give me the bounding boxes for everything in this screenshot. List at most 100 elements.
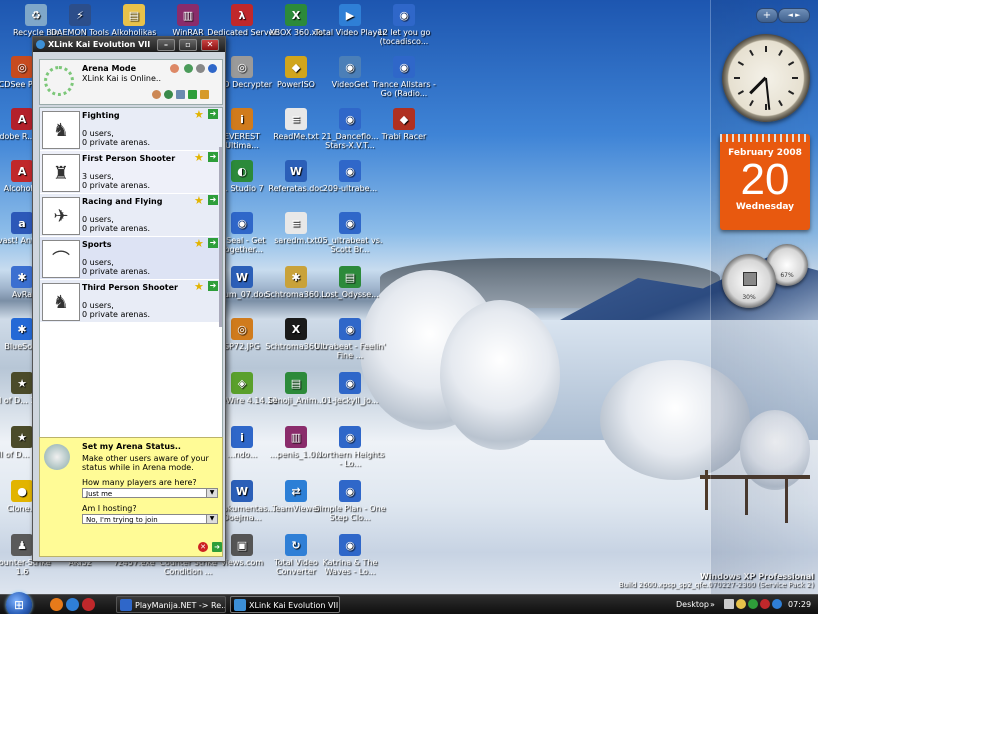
arena-list-scrollbar[interactable] xyxy=(219,147,222,327)
calendar-gadget[interactable]: February 2008 20 Wednesday xyxy=(720,134,810,230)
window-icon xyxy=(120,599,132,611)
cpu-gauge-icon xyxy=(743,272,757,286)
arena-name: Third Person Shooter xyxy=(82,283,178,292)
online-status: XLink Kai is Online.. xyxy=(82,74,162,83)
desktop-icon-label: Northern Heights - Lo... xyxy=(315,450,385,468)
file-icon: ◎ xyxy=(231,56,253,78)
chat-icon[interactable] xyxy=(164,90,173,99)
contacts-icon[interactable] xyxy=(152,90,161,99)
taskbar-clock[interactable]: 07:29 xyxy=(788,595,811,614)
file-icon: ◉ xyxy=(339,426,361,448)
favorite-star-icon[interactable]: ★ xyxy=(194,195,204,206)
cancel-status-icon[interactable]: ✕ xyxy=(198,542,208,552)
desktop-icon[interactable]: ◉ 209-ultrabe... xyxy=(314,160,386,193)
close-button[interactable]: ✕ xyxy=(201,39,219,51)
window-titlebar[interactable]: XLink Kai Evolution VII – ▫ ✕ xyxy=(33,37,225,52)
xlink-kai-window: XLink Kai Evolution VII – ▫ ✕ Arena Mode… xyxy=(32,36,226,562)
internet-explorer-icon[interactable] xyxy=(66,598,79,611)
desktop-icon[interactable]: ◉ 01-jeckyll_jo... xyxy=(314,372,386,405)
favorite-star-icon[interactable]: ★ xyxy=(194,281,204,292)
favorite-star-icon[interactable]: ★ xyxy=(194,109,204,120)
favorite-star-icon[interactable]: ★ xyxy=(194,152,204,163)
clock-tick xyxy=(788,61,795,66)
desktop-icon[interactable]: ◉ 05_ultrabeat vs. Scott Br... xyxy=(314,212,386,254)
arena-private-count: 0 private arenas. xyxy=(82,224,151,233)
home-icon[interactable] xyxy=(200,90,209,99)
calendar-rings xyxy=(720,134,810,142)
desktop-icon[interactable]: ◉ Northern Heights - Lo... xyxy=(314,426,386,468)
calendar-day: 20 xyxy=(740,155,790,204)
taskbar-button[interactable]: XLink Kai Evolution VII xyxy=(230,596,340,613)
xlink-app-icon xyxy=(36,40,45,49)
desktop-toolbar-label[interactable]: Desktop xyxy=(676,595,709,614)
taskbar-button[interactable]: PlayManija.NET -> Re... xyxy=(116,596,226,613)
file-icon: ▶ xyxy=(339,4,361,26)
arena-users: 3 users, xyxy=(82,172,114,181)
sidebar-add-button[interactable]: + xyxy=(756,8,778,23)
desktop-icon[interactable]: ◆ Trabi Racer xyxy=(368,108,440,141)
people-icon[interactable] xyxy=(170,64,179,73)
search-icon[interactable] xyxy=(196,64,205,73)
file-icon: ◎ xyxy=(231,318,253,340)
firefox-icon[interactable] xyxy=(50,598,63,611)
enter-arena-icon[interactable]: ➜ xyxy=(208,152,218,162)
enter-arena-icon[interactable]: ➜ xyxy=(208,195,218,205)
desktop-icon[interactable]: ◉ Trance Allstars - Go (Radio... xyxy=(368,56,440,98)
file-icon: ✱ xyxy=(11,318,33,340)
hosting-question: Am I hosting? xyxy=(82,504,137,513)
msn-icon[interactable] xyxy=(748,599,758,609)
favorite-star-icon[interactable]: ★ xyxy=(194,238,204,249)
cpu-gauge[interactable]: 30% xyxy=(722,254,776,308)
desktop-icon-label: 12 let you go (tocadisco... xyxy=(377,28,431,46)
arena-users: 0 users, xyxy=(82,215,114,224)
globe-icon[interactable] xyxy=(184,64,193,73)
enter-arena-icon[interactable]: ➜ xyxy=(208,281,218,291)
maximize-button[interactable]: ▫ xyxy=(179,39,197,51)
help-icon[interactable] xyxy=(208,64,217,73)
opera-icon[interactable] xyxy=(82,598,95,611)
sidebar-nav-buttons[interactable]: ◄ ► xyxy=(778,8,810,23)
enter-arena-icon[interactable]: ➜ xyxy=(208,109,218,119)
mode-title: Arena Mode xyxy=(82,64,137,73)
desktop-icon-label: Simple Plan - One Step Clo... xyxy=(314,504,386,522)
start-button[interactable]: ⊞ xyxy=(6,592,32,614)
antivirus-icon[interactable] xyxy=(760,599,770,609)
desktop-icon[interactable]: ◉ Simple Plan - One Step Clo... xyxy=(314,480,386,522)
clock-gadget[interactable] xyxy=(722,34,810,122)
arena-private-count: 0 private arenas. xyxy=(82,310,151,319)
arena-private-count: 0 private arenas. xyxy=(82,181,151,190)
file-icon: ♟ xyxy=(11,534,33,556)
desktop-icon-label: Lost_Odysse... xyxy=(321,290,379,299)
clock-tick xyxy=(734,77,740,79)
file-icon: a xyxy=(11,212,33,234)
back-icon[interactable] xyxy=(188,90,197,99)
players-select[interactable]: Just me ▼ xyxy=(82,488,218,498)
arena-row[interactable]: ⌒ Sports 0 users, 0 private arenas. ★ ➜ xyxy=(40,237,222,280)
minimize-button[interactable]: – xyxy=(157,39,175,51)
players-question: How many players are here? xyxy=(82,478,197,487)
players-select-value: Just me xyxy=(86,490,113,498)
file-icon: ◆ xyxy=(285,56,307,78)
clock-tick xyxy=(778,100,783,107)
desktop-icon[interactable]: ▤ Lost_Odysse... xyxy=(314,266,386,299)
arrow-left-icon[interactable] xyxy=(724,599,734,609)
bluetooth-icon[interactable] xyxy=(772,599,782,609)
desktop-icon[interactable]: ◉ Ultrabeat - Feelin' Fine ... xyxy=(314,318,386,360)
apply-status-icon[interactable]: ➜ xyxy=(212,542,222,552)
arena-row[interactable]: ♞ Fighting 0 users, 0 private arenas. ★ ➜ xyxy=(40,108,222,151)
arena-row[interactable]: ✈ Racing and Flying 0 users, 0 private aren… xyxy=(40,194,222,237)
arena-row[interactable]: ♞ Third Person Shooter 0 users, 0 private a… xyxy=(40,280,222,323)
toolbar-chevron[interactable]: » xyxy=(710,595,715,614)
desktop-icon-label: Trabi Racer xyxy=(381,132,427,141)
desktop-icon[interactable]: ◉ 12 let you go (tocadisco... xyxy=(368,4,440,46)
user-avatar[interactable] xyxy=(44,66,74,96)
arena-users: 0 users, xyxy=(82,129,114,138)
enter-arena-icon[interactable]: ➜ xyxy=(208,238,218,248)
network-icon[interactable] xyxy=(736,599,746,609)
arena-row[interactable]: ♜ First Person Shooter 3 users, 0 private a… xyxy=(40,151,222,194)
file-icon: i xyxy=(231,426,253,448)
desktop-icon[interactable]: ◉ Katrina & The Waves - Lo... xyxy=(314,534,386,576)
hosting-select[interactable]: No, I'm trying to join ▼ xyxy=(82,514,218,524)
arena-thumbnail: ⌒ xyxy=(42,240,80,278)
settings-icon[interactable] xyxy=(176,90,185,99)
